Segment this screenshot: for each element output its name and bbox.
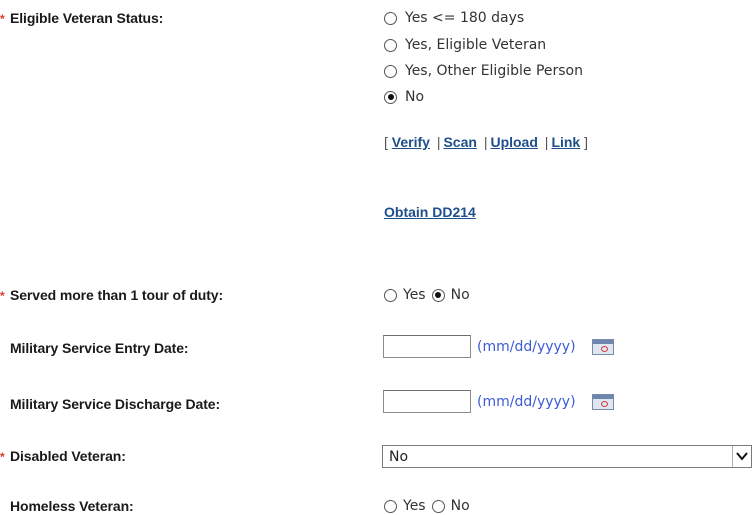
entry-date-label: Military Service Entry Date:	[10, 340, 189, 356]
radio-button-selected[interactable]	[384, 90, 397, 104]
required-marker: *	[0, 289, 5, 303]
tour-no-option[interactable]: No	[431, 287, 470, 303]
calendar-icon[interactable]	[591, 393, 614, 410]
required-marker: *	[0, 450, 5, 464]
discharge-date-input[interactable]	[383, 390, 471, 413]
radio-yes-eligible-veteran[interactable]: Yes, Eligible Veteran	[384, 37, 546, 53]
radio-label: Yes, Eligible Veteran	[405, 37, 547, 53]
homeless-veteran-label: Homeless Veteran:	[10, 498, 134, 514]
radio-button[interactable]	[384, 499, 397, 513]
entry-date-field: (mm/dd/yyyy)	[383, 335, 614, 358]
document-links: [ Verify | Scan | Upload | Link ]	[384, 134, 588, 150]
date-format-hint: (mm/dd/yyyy)	[477, 338, 576, 355]
homeless-radio-group: Yes No	[384, 498, 476, 514]
disabled-veteran-label: * Disabled Veteran:	[0, 448, 126, 464]
entry-date-input[interactable]	[383, 335, 471, 358]
chevron-down-icon[interactable]	[732, 446, 751, 467]
radio-button[interactable]	[384, 38, 397, 52]
radio-button[interactable]	[384, 64, 397, 78]
radio-label: Yes <= 180 days	[405, 10, 525, 26]
required-marker: *	[0, 12, 5, 26]
select-value: No	[389, 448, 409, 465]
discharge-date-label: Military Service Discharge Date:	[10, 396, 221, 412]
radio-label: Yes, Other Eligible Person	[405, 63, 583, 79]
calendar-icon[interactable]	[591, 338, 614, 355]
obtain-dd214-container: Obtain DD214	[384, 204, 476, 220]
radio-button[interactable]	[384, 11, 397, 25]
tour-of-duty-radio-group: Yes No	[384, 287, 476, 303]
obtain-dd214-link[interactable]: Obtain DD214	[384, 204, 476, 220]
disabled-veteran-select[interactable]: No	[382, 445, 752, 468]
eligible-veteran-label: * Eligible Veteran Status:	[0, 10, 164, 26]
homeless-no-option[interactable]: No	[431, 498, 470, 514]
tour-yes-option[interactable]: Yes	[384, 287, 426, 303]
radio-label: No	[450, 287, 470, 303]
link-link[interactable]: Link	[551, 134, 580, 150]
tour-of-duty-label: * Served more than 1 tour of duty:	[0, 287, 224, 303]
radio-yes-other-eligible[interactable]: Yes, Other Eligible Person	[384, 63, 583, 79]
homeless-yes-option[interactable]: Yes	[384, 498, 426, 514]
radio-button-selected[interactable]	[431, 288, 445, 302]
radio-label: No	[405, 89, 425, 105]
radio-button[interactable]	[384, 288, 397, 302]
radio-label: Yes	[403, 498, 426, 514]
scan-link[interactable]: Scan	[443, 134, 476, 150]
upload-link[interactable]: Upload	[490, 134, 537, 150]
date-format-hint: (mm/dd/yyyy)	[477, 393, 576, 410]
discharge-date-field: (mm/dd/yyyy)	[383, 390, 614, 413]
verify-link[interactable]: Verify	[392, 134, 430, 150]
radio-no[interactable]: No	[384, 89, 424, 105]
radio-button[interactable]	[431, 499, 445, 513]
radio-yes-180-days[interactable]: Yes <= 180 days	[384, 10, 524, 26]
radio-label: Yes	[403, 287, 426, 303]
radio-label: No	[450, 498, 470, 514]
